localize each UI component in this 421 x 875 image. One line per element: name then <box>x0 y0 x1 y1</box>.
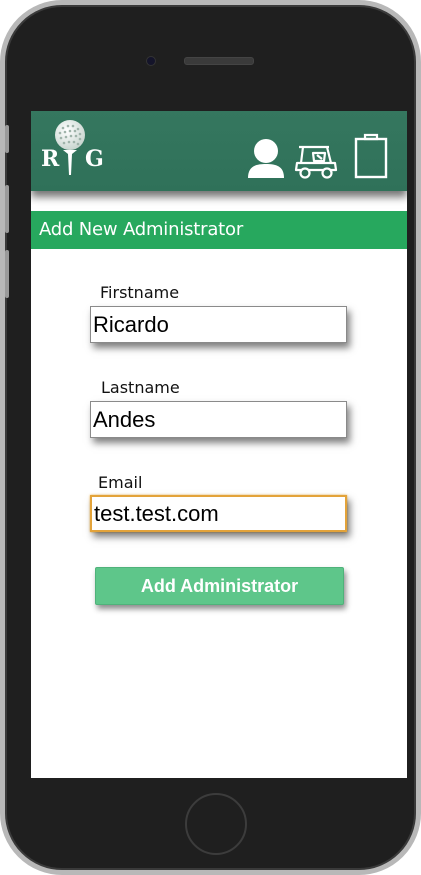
lastname-label: Lastname <box>101 378 180 397</box>
page-title: Add New Administrator <box>39 219 244 240</box>
logo-letter-r: R <box>41 146 60 172</box>
app-logo[interactable]: R G <box>39 119 107 179</box>
firstname-label: Firstname <box>100 283 180 302</box>
golf-cart-icon[interactable] <box>293 141 339 179</box>
email-input[interactable] <box>90 495 347 532</box>
logo-letter-g: G <box>85 146 104 172</box>
add-administrator-button[interactable]: Add Administrator <box>95 567 344 605</box>
earpiece-speaker <box>184 57 254 65</box>
email-label: Email <box>98 473 143 492</box>
app-header: R G <box>31 111 407 191</box>
app-screen: R G Add New Administrator Firstname Rica… <box>31 111 407 778</box>
user-profile-icon[interactable] <box>246 138 286 180</box>
mute-switch <box>5 125 9 153</box>
home-button[interactable] <box>185 793 247 855</box>
front-camera <box>146 56 156 66</box>
volume-down-button <box>5 250 9 298</box>
firstname-input[interactable] <box>90 306 347 343</box>
phone-frame: R G Add New Administrator Firstname Rica… <box>0 0 421 875</box>
page-title-bar: Add New Administrator <box>31 211 407 249</box>
lastname-input[interactable] <box>90 401 347 438</box>
volume-up-button <box>5 185 9 233</box>
clipboard-icon[interactable] <box>354 133 388 179</box>
